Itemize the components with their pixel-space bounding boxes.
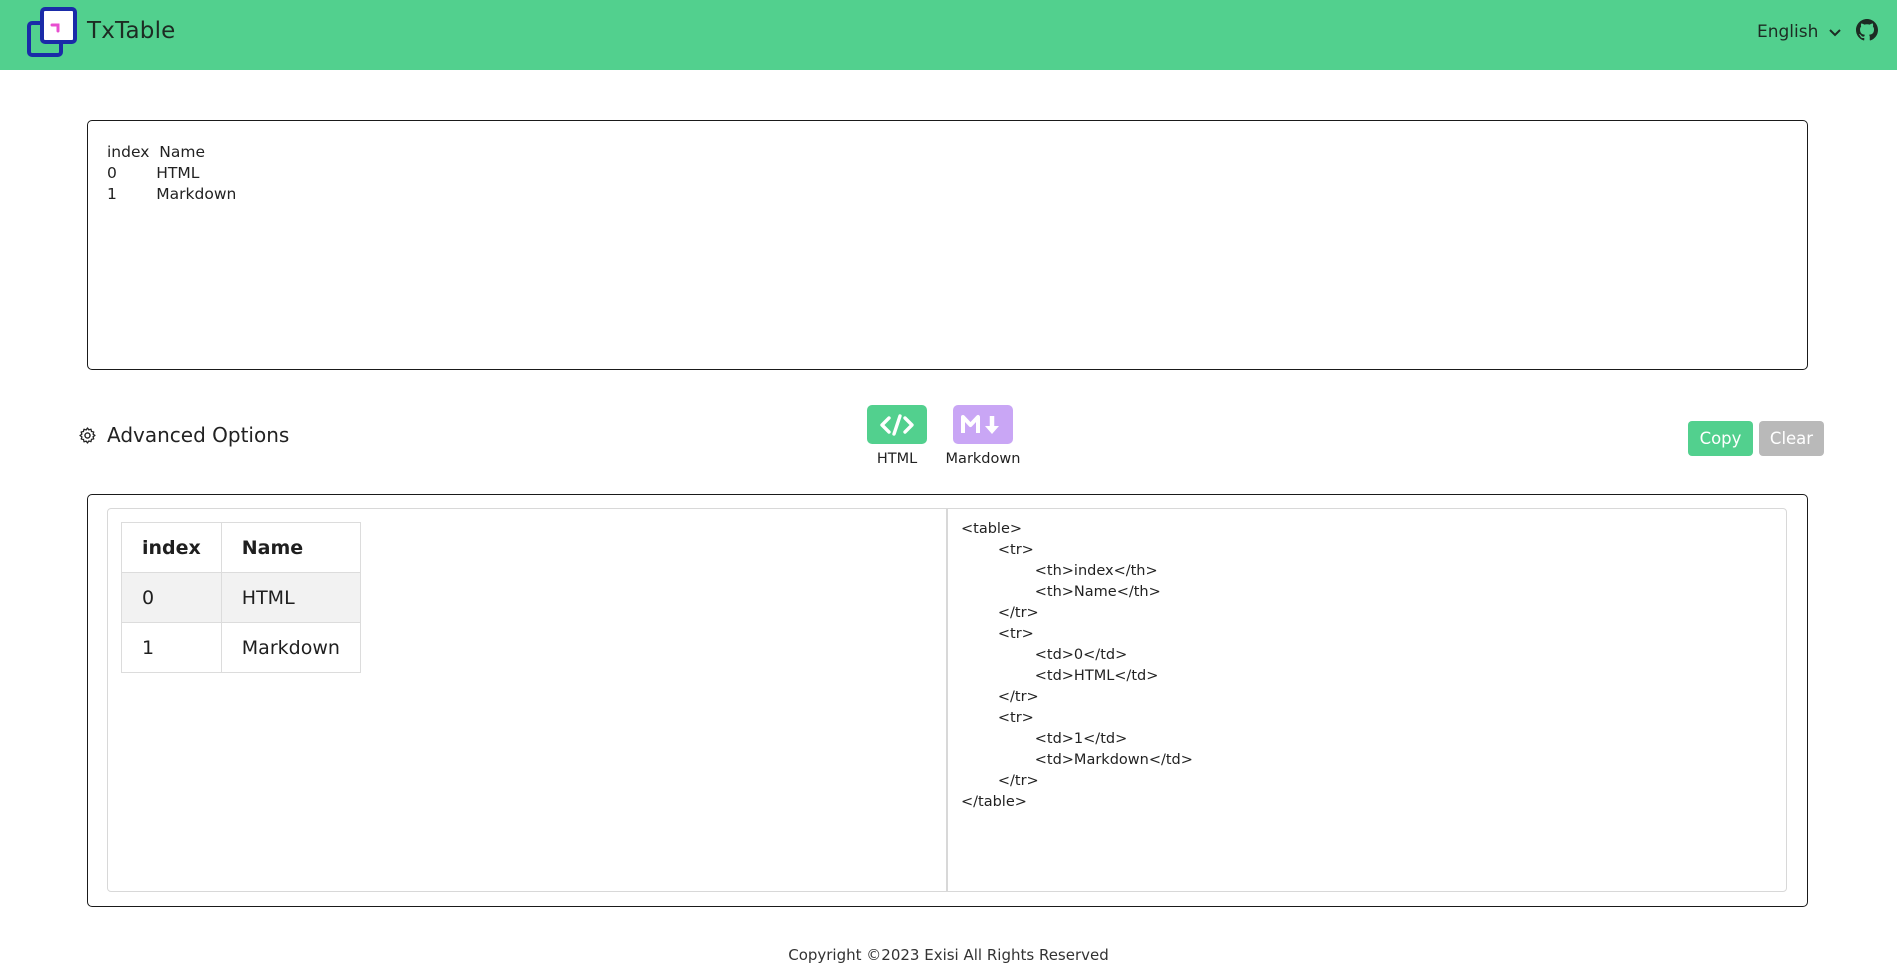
table-row: 0 HTML	[121, 572, 361, 623]
format-markdown-button[interactable]: Markdown	[943, 405, 1023, 467]
table-cell: HTML	[220, 572, 361, 623]
format-html-button[interactable]: HTML	[857, 405, 937, 467]
advanced-options-label: Advanced Options	[107, 423, 290, 447]
brand-name[interactable]: TxTable	[87, 18, 176, 44]
txtable-logo-icon[interactable]	[26, 6, 78, 58]
gear-icon	[79, 426, 96, 444]
format-html-label: HTML	[876, 451, 918, 467]
table-cell: Markdown	[220, 622, 361, 673]
github-icon[interactable]	[1856, 19, 1878, 41]
table-header-cell: Name	[220, 522, 361, 573]
preview-table: index Name 0 HTML 1 Markdown	[121, 522, 361, 673]
table-cell: 1	[121, 622, 222, 673]
table-cell: 0	[121, 572, 222, 623]
footer-copyright: Copyright ©2023 Exisi All Rights Reserve…	[788, 946, 1109, 964]
top-bar: TxTable English	[0, 0, 1897, 70]
advanced-options-toggle[interactable]: Advanced Options	[78, 421, 289, 449]
language-selector[interactable]: English	[1757, 22, 1818, 42]
table-row: 1 Markdown	[121, 622, 361, 673]
table-header-row: index Name	[121, 522, 361, 573]
code-icon	[867, 405, 927, 444]
code-output[interactable]: <table> <tr> <th>index</th> <th>Name</th…	[947, 508, 1787, 892]
code-output-text: <table> <tr> <th>index</th> <th>Name</th…	[961, 521, 1193, 810]
output-panel: index Name 0 HTML 1 Markdown <table> <tr…	[87, 494, 1808, 907]
chevron-down-icon[interactable]	[1828, 27, 1842, 39]
table-preview: index Name 0 HTML 1 Markdown	[107, 508, 947, 892]
markdown-icon	[953, 405, 1013, 444]
clear-button[interactable]: Clear	[1759, 421, 1824, 456]
format-markdown-label: Markdown	[945, 451, 1021, 467]
table-header-cell: index	[121, 522, 222, 573]
table-input[interactable]: index Name 0 HTML 1 Markdown	[87, 120, 1808, 370]
copy-button[interactable]: Copy	[1688, 421, 1753, 456]
